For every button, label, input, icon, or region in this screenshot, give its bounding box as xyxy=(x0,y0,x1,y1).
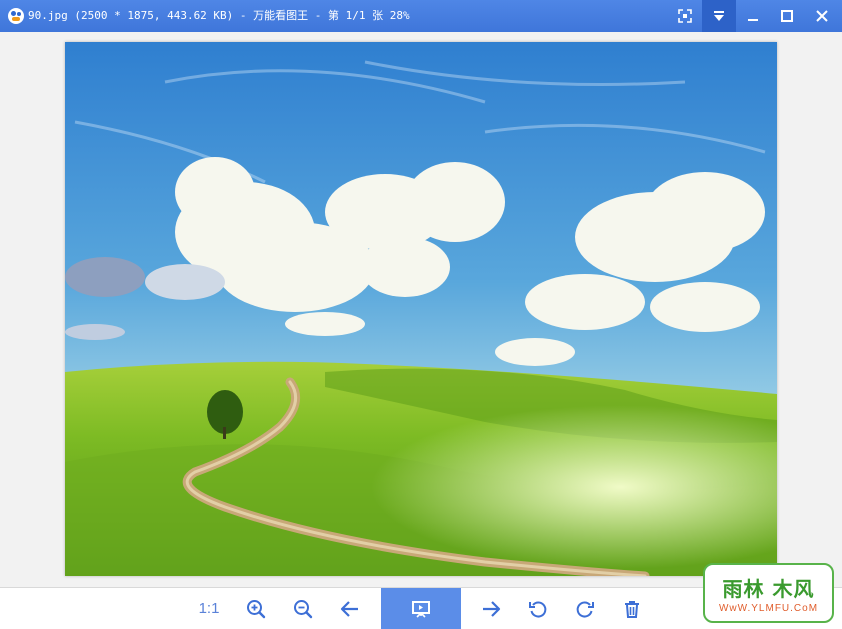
actual-size-label: 1:1 xyxy=(198,600,220,617)
minimize-button[interactable] xyxy=(736,0,770,32)
watermark-url-text: WwW.YLMFU.CoM xyxy=(718,603,819,614)
minimize-icon xyxy=(748,19,758,21)
app-logo-icon xyxy=(8,8,24,24)
title-bar: 90.jpg (2500 * 1875, 443.62 KB) - 万能看图王 … xyxy=(0,0,842,32)
window-title: 90.jpg (2500 * 1875, 443.62 KB) - 万能看图王 … xyxy=(28,9,410,22)
rotate-right-button[interactable] xyxy=(562,588,608,629)
fullscreen-icon xyxy=(678,9,692,23)
zoom-in-button[interactable] xyxy=(233,588,279,629)
dropdown-menu-button[interactable] xyxy=(702,0,736,32)
zoom-out-button[interactable] xyxy=(280,588,326,629)
slideshow-button[interactable] xyxy=(381,588,461,629)
maximize-button[interactable] xyxy=(770,0,804,32)
prev-arrow-icon xyxy=(340,600,358,617)
watermark-main-text: 雨林 木风 xyxy=(722,577,815,601)
close-icon xyxy=(816,10,828,22)
rotate-left-icon xyxy=(529,601,547,617)
fullscreen-button[interactable] xyxy=(668,0,702,32)
dropdown-icon xyxy=(714,11,724,21)
previous-image-button[interactable] xyxy=(327,588,373,629)
watermark-logo: 雨林 木风 WwW.YLMFU.CoM xyxy=(703,563,834,623)
actual-size-button[interactable]: 1:1 xyxy=(186,588,232,629)
maximize-icon xyxy=(781,10,793,22)
next-arrow-icon xyxy=(483,600,501,617)
rotate-right-icon xyxy=(576,601,594,617)
delete-button[interactable] xyxy=(609,588,655,629)
landscape-image xyxy=(65,42,777,576)
close-button[interactable] xyxy=(805,0,839,32)
slideshow-icon xyxy=(412,600,430,618)
landscape-photo[interactable] xyxy=(65,42,777,576)
next-image-button[interactable] xyxy=(468,588,514,629)
rotate-left-button[interactable] xyxy=(515,588,561,629)
delete-icon xyxy=(625,600,639,618)
zoom-out-icon xyxy=(294,599,313,618)
image-canvas[interactable] xyxy=(0,32,842,587)
zoom-in-icon xyxy=(247,599,266,618)
